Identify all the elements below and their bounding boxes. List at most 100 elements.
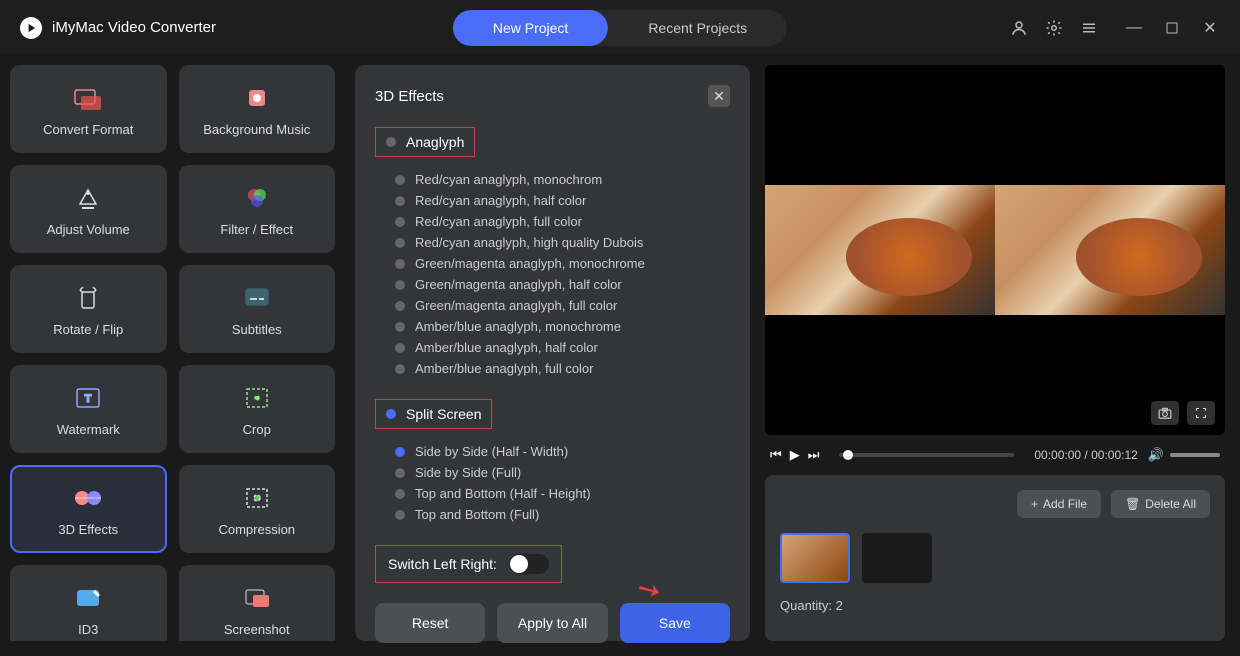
option-label: Amber/blue anaglyph, half color bbox=[415, 340, 598, 355]
header-actions: — ✕ bbox=[1009, 18, 1220, 38]
radio-icon bbox=[395, 489, 405, 499]
radio-icon bbox=[386, 137, 396, 147]
add-file-button[interactable]: +Add File bbox=[1017, 490, 1101, 518]
tool-label: Compression bbox=[218, 522, 295, 537]
radio-icon bbox=[395, 238, 405, 248]
anaglyph-option[interactable]: Red/cyan anaglyph, half color bbox=[395, 190, 730, 211]
stereo-right bbox=[995, 185, 1225, 315]
tool-filter-effect[interactable]: Filter / Effect bbox=[179, 165, 336, 253]
radio-icon bbox=[395, 301, 405, 311]
anaglyph-option[interactable]: Amber/blue anaglyph, half color bbox=[395, 337, 730, 358]
option-label: Red/cyan anaglyph, full color bbox=[415, 214, 582, 229]
prev-icon[interactable]: ⏮ bbox=[770, 447, 782, 463]
tool-label: Background Music bbox=[203, 122, 310, 137]
tool-label: Filter / Effect bbox=[220, 222, 293, 237]
switch-left-right-row: Switch Left Right: bbox=[375, 545, 562, 583]
tool-label: 3D Effects bbox=[58, 522, 118, 537]
gear-icon[interactable] bbox=[1044, 18, 1064, 38]
radio-icon bbox=[395, 343, 405, 353]
next-icon[interactable]: ⏭ bbox=[808, 447, 820, 463]
quantity-display: Quantity: 2 bbox=[780, 598, 1210, 613]
option-label: Side by Side (Half - Width) bbox=[415, 444, 568, 459]
title-bar: iMyMac Video Converter New Project Recen… bbox=[0, 0, 1240, 55]
anaglyph-option[interactable]: Green/magenta anaglyph, full color bbox=[395, 295, 730, 316]
option-label: Green/magenta anaglyph, half color bbox=[415, 277, 622, 292]
tool-screenshot[interactable]: Screenshot bbox=[179, 565, 336, 641]
filter-effect-icon bbox=[241, 182, 273, 214]
anaglyph-options: Red/cyan anaglyph, monochrom Red/cyan ana… bbox=[375, 169, 730, 379]
fullscreen-icon[interactable] bbox=[1187, 401, 1215, 425]
tool-label: Rotate / Flip bbox=[53, 322, 123, 337]
tab-recent-projects[interactable]: Recent Projects bbox=[608, 10, 787, 46]
thumbnail-item[interactable] bbox=[862, 533, 932, 583]
snapshot-icon[interactable] bbox=[1151, 401, 1179, 425]
radio-icon bbox=[395, 468, 405, 478]
delete-all-button[interactable]: 🗑Delete All bbox=[1111, 490, 1210, 518]
panel-close-button[interactable]: ✕ bbox=[708, 85, 730, 107]
compression-icon bbox=[241, 482, 273, 514]
option-label: Green/magenta anaglyph, full color bbox=[415, 298, 617, 313]
minimize-icon[interactable]: — bbox=[1124, 18, 1144, 38]
option-label: Green/magenta anaglyph, monochrome bbox=[415, 256, 645, 271]
option-label: Red/cyan anaglyph, monochrom bbox=[415, 172, 602, 187]
tool-subtitles[interactable]: Subtitles bbox=[179, 265, 336, 353]
split-option[interactable]: Side by Side (Half - Width) bbox=[395, 441, 730, 462]
tool-compression[interactable]: Compression bbox=[179, 465, 336, 553]
split-option[interactable]: Top and Bottom (Full) bbox=[395, 504, 730, 525]
reset-button[interactable]: Reset bbox=[375, 603, 485, 643]
tool-id3[interactable]: ID3 bbox=[10, 565, 167, 641]
radio-icon bbox=[386, 409, 396, 419]
anaglyph-option[interactable]: Red/cyan anaglyph, monochrom bbox=[395, 169, 730, 190]
anaglyph-option[interactable]: Green/magenta anaglyph, half color bbox=[395, 274, 730, 295]
3d-effects-icon bbox=[72, 482, 104, 514]
volume-slider[interactable] bbox=[1170, 453, 1220, 457]
switch-lr-toggle[interactable] bbox=[509, 554, 549, 574]
menu-icon[interactable] bbox=[1079, 18, 1099, 38]
anaglyph-option[interactable]: Red/cyan anaglyph, full color bbox=[395, 211, 730, 232]
tool-convert-format[interactable]: Convert Format bbox=[10, 65, 167, 153]
option-label: Side by Side (Full) bbox=[415, 465, 521, 480]
tool-3d-effects[interactable]: 3D Effects bbox=[10, 465, 167, 553]
volume-icon[interactable]: 🔊 bbox=[1148, 447, 1164, 463]
logo-icon bbox=[20, 17, 42, 39]
progress-bar[interactable] bbox=[839, 453, 1014, 457]
split-option[interactable]: Top and Bottom (Half - Height) bbox=[395, 483, 730, 504]
option-label: Top and Bottom (Full) bbox=[415, 507, 539, 522]
video-frame bbox=[765, 65, 1225, 435]
tool-rotate-flip[interactable]: Rotate / Flip bbox=[10, 265, 167, 353]
tool-label: Adjust Volume bbox=[47, 222, 130, 237]
tool-crop[interactable]: Crop bbox=[179, 365, 336, 453]
split-screen-section-header[interactable]: Split Screen bbox=[375, 399, 492, 429]
anaglyph-option[interactable]: Red/cyan anaglyph, high quality Dubois bbox=[395, 232, 730, 253]
app-title: iMyMac Video Converter bbox=[52, 19, 216, 36]
close-icon[interactable]: ✕ bbox=[1200, 18, 1220, 38]
header-tabs: New Project Recent Projects bbox=[453, 10, 787, 46]
anaglyph-section-header[interactable]: Anaglyph bbox=[375, 127, 475, 157]
time-display: 00:00:00 / 00:00:12 bbox=[1034, 448, 1137, 462]
switch-lr-label: Switch Left Right: bbox=[388, 556, 497, 572]
play-icon[interactable]: ▶ bbox=[790, 447, 800, 463]
apply-all-button[interactable]: Apply to All bbox=[497, 603, 607, 643]
anaglyph-option[interactable]: Green/magenta anaglyph, monochrome bbox=[395, 253, 730, 274]
user-icon[interactable] bbox=[1009, 18, 1029, 38]
plus-icon: + bbox=[1031, 497, 1038, 511]
radio-icon bbox=[395, 280, 405, 290]
tool-watermark[interactable]: T Watermark bbox=[10, 365, 167, 453]
tab-new-project[interactable]: New Project bbox=[453, 10, 608, 46]
tool-sidebar: Convert Format Background Music Adjust Vol… bbox=[10, 65, 340, 641]
save-button[interactable]: Save bbox=[620, 603, 730, 643]
thumbnail-item[interactable] bbox=[780, 533, 850, 583]
split-option[interactable]: Side by Side (Full) bbox=[395, 462, 730, 483]
split-screen-label: Split Screen bbox=[406, 406, 481, 422]
tool-adjust-volume[interactable]: Adjust Volume bbox=[10, 165, 167, 253]
radio-icon bbox=[395, 175, 405, 185]
radio-icon bbox=[395, 217, 405, 227]
maximize-icon[interactable] bbox=[1162, 18, 1182, 38]
watermark-icon: T bbox=[72, 382, 104, 414]
anaglyph-option[interactable]: Amber/blue anaglyph, monochrome bbox=[395, 316, 730, 337]
radio-icon bbox=[395, 196, 405, 206]
tool-label: Subtitles bbox=[232, 322, 282, 337]
tool-background-music[interactable]: Background Music bbox=[179, 65, 336, 153]
anaglyph-option[interactable]: Amber/blue anaglyph, full color bbox=[395, 358, 730, 379]
tool-label: Watermark bbox=[57, 422, 120, 437]
